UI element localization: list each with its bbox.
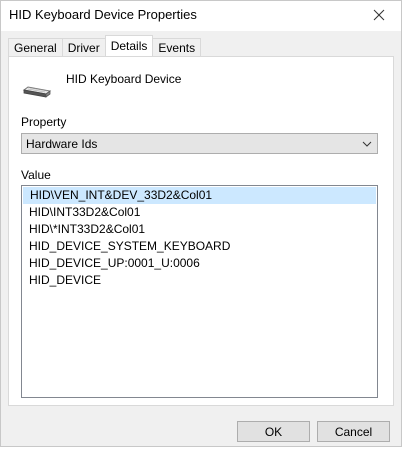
tab-strip: General Driver Details Events xyxy=(8,35,202,56)
title-bar: HID Keyboard Device Properties xyxy=(1,1,401,31)
window-title: HID Keyboard Device Properties xyxy=(9,7,197,22)
list-item[interactable]: HID_DEVICE_UP:0001_U:0006 xyxy=(23,255,376,272)
close-button[interactable] xyxy=(357,1,401,29)
details-panel: HID Keyboard Device Property Hardware Id… xyxy=(8,56,394,406)
device-name: HID Keyboard Device xyxy=(66,72,182,86)
property-label: Property xyxy=(21,115,67,129)
tab-details[interactable]: Details xyxy=(104,35,154,56)
tab-general[interactable]: General xyxy=(8,38,63,56)
keyboard-icon xyxy=(22,86,52,98)
property-dropdown[interactable]: Hardware Ids xyxy=(21,133,378,154)
close-icon xyxy=(373,9,385,21)
property-selected-value: Hardware Ids xyxy=(26,136,98,151)
value-list[interactable]: HID\VEN_INT&DEV_33D2&Col01 HID\INT33D2&C… xyxy=(21,185,378,398)
cancel-button[interactable]: Cancel xyxy=(317,421,390,442)
list-item[interactable]: HID_DEVICE_SYSTEM_KEYBOARD xyxy=(23,238,376,255)
properties-dialog: HID Keyboard Device Properties General D… xyxy=(0,0,402,447)
list-item[interactable]: HID\VEN_INT&DEV_33D2&Col01 xyxy=(23,187,376,204)
list-item[interactable]: HID_DEVICE xyxy=(23,272,376,289)
value-label: Value xyxy=(21,168,51,182)
ok-button[interactable]: OK xyxy=(237,421,310,442)
tab-driver[interactable]: Driver xyxy=(61,38,106,56)
list-item[interactable]: HID\*INT33D2&Col01 xyxy=(23,221,376,238)
chevron-down-icon xyxy=(362,141,372,147)
list-item[interactable]: HID\INT33D2&Col01 xyxy=(23,204,376,221)
tab-events[interactable]: Events xyxy=(152,38,202,56)
